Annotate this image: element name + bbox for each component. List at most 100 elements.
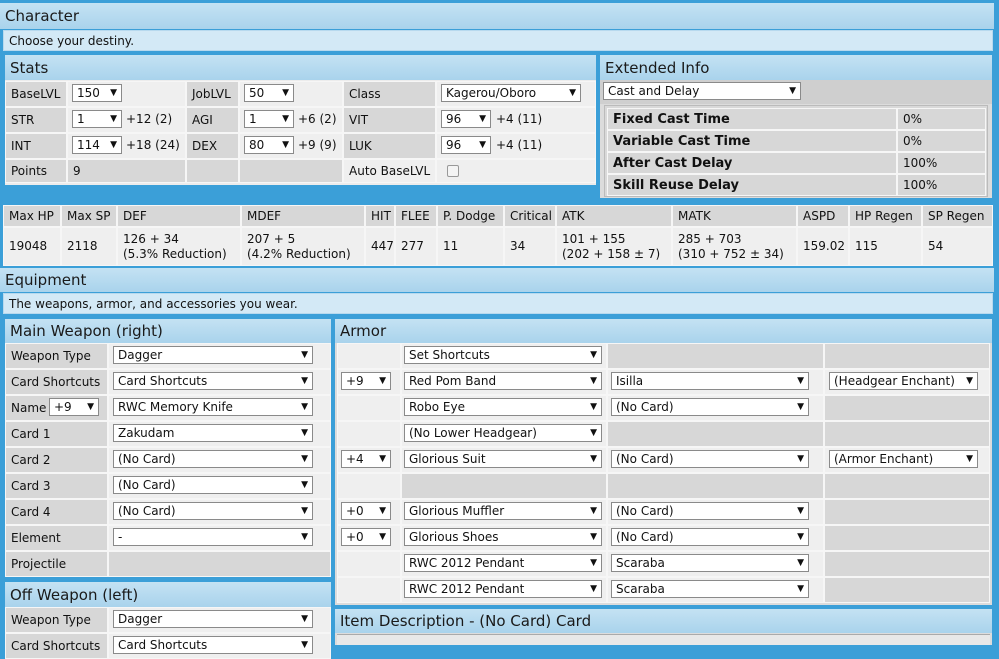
ext-row-label: Variable Cast Time [607, 130, 897, 152]
character-title: Character [5, 7, 80, 25]
ext-row-label: Fixed Cast Time [607, 108, 897, 130]
dex-label: DEX [186, 133, 239, 159]
card4-select[interactable]: (No Card) ▼ [113, 502, 313, 520]
card1-select[interactable]: Zakudam ▼ [113, 424, 313, 442]
armor-enchant-select[interactable]: (Headgear Enchant) ▼ [829, 372, 978, 390]
summary-value-5: 277 [395, 227, 437, 266]
armor-card-select[interactable]: Scaraba ▼ [611, 580, 809, 598]
summary-value-line: 207 + 5 [247, 231, 296, 246]
summary-value-0: 19048 [3, 227, 61, 266]
armor-refine-select[interactable]: +0 ▼ [341, 528, 391, 546]
armor-refine-select[interactable]: +0 ▼ [341, 502, 391, 520]
summary-value-7: 34 [504, 227, 556, 266]
triangle-down-icon: ▼ [87, 402, 94, 412]
armor-item-select[interactable]: Glorious Shoes ▼ [404, 528, 602, 546]
triangle-down-icon: ▼ [282, 88, 289, 98]
auto-baselvl-label: Auto BaseLVL [343, 159, 436, 183]
armor-card-select[interactable]: Scaraba ▼ [611, 554, 809, 572]
armor-enchant-select[interactable]: (Armor Enchant) ▼ [829, 450, 978, 468]
ext-row-label: Skill Reuse Delay [607, 174, 897, 196]
armor-item-select-value: Glorious Suit [409, 452, 486, 466]
luk-select[interactable]: 96 ▼ [441, 136, 491, 154]
armor-card-select-value: (No Card) [616, 530, 674, 544]
triangle-down-icon: ▼ [966, 376, 973, 386]
card2-select[interactable]: (No Card) ▼ [113, 450, 313, 468]
triangle-down-icon: ▼ [379, 532, 386, 542]
element-select[interactable]: - ▼ [113, 528, 313, 546]
summary-value-line: 101 + 155 [562, 231, 626, 246]
summary-value-line: 115 [855, 239, 878, 253]
triangle-down-icon: ▼ [301, 454, 308, 464]
armor-refine-select[interactable]: +4 ▼ [341, 450, 391, 468]
armor-item-select[interactable]: Robo Eye ▼ [404, 398, 602, 416]
armor-refine-cell [337, 343, 401, 369]
summary-value-line2: (202 + 158 ± 7) [562, 246, 661, 261]
armor-item-select[interactable]: RWC 2012 Pendant ▼ [404, 580, 602, 598]
triangle-down-icon: ▼ [301, 640, 308, 650]
base-lvl-select[interactable]: 150 ▼ [72, 84, 122, 102]
armor-card-select[interactable]: (No Card) ▼ [611, 450, 809, 468]
card4-label: Card 4 [5, 499, 108, 525]
job-lvl-select[interactable]: 50 ▼ [244, 84, 294, 102]
armor-card-select[interactable]: (No Card) ▼ [611, 528, 809, 546]
triangle-down-icon: ▼ [110, 114, 117, 124]
armor-card-select[interactable]: (No Card) ▼ [611, 502, 809, 520]
armor-item-select[interactable]: Set Shortcuts ▼ [404, 346, 602, 364]
weapon-refine-select[interactable]: +9 ▼ [49, 398, 99, 416]
off-card-shortcuts-select[interactable]: Card Shortcuts ▼ [113, 636, 313, 654]
armor-enchant-cell [824, 421, 990, 447]
character-subtitle: Choose your destiny. [3, 30, 993, 51]
triangle-down-icon: ▼ [282, 114, 289, 124]
summary-value-10: 159.02 [797, 227, 849, 266]
weapon-name-select[interactable]: RWC Memory Knife ▼ [113, 398, 313, 416]
triangle-down-icon: ▼ [569, 88, 576, 98]
vit-select[interactable]: 96 ▼ [441, 110, 491, 128]
off-weapon-type-select[interactable]: Dagger ▼ [113, 610, 313, 628]
item-desc-header: Item Description - (No Card) Card [335, 609, 992, 633]
card-shortcuts-select[interactable]: Card Shortcuts ▼ [113, 372, 313, 390]
summary-value-2: 126 + 34 (5.3% Reduction) [117, 227, 241, 266]
triangle-down-icon: ▼ [110, 140, 117, 150]
armor-refine-select[interactable]: +9 ▼ [341, 372, 391, 390]
card3-label: Card 3 [5, 473, 108, 499]
armor-enchant-cell [824, 499, 990, 525]
int-select[interactable]: 114 ▼ [72, 136, 122, 154]
class-label: Class [343, 81, 436, 107]
armor-item-select[interactable]: RWC 2012 Pendant ▼ [404, 554, 602, 572]
extended-title: Extended Info [605, 58, 710, 77]
armor-card-cell [607, 473, 824, 499]
auto-baselvl-checkbox[interactable] [447, 165, 459, 177]
int-label: INT [5, 133, 67, 159]
extended-mode-select[interactable]: Cast and Delay ▼ [603, 82, 801, 100]
str-label: STR [5, 107, 67, 133]
dex-select[interactable]: 80 ▼ [244, 136, 294, 154]
armor-card-select[interactable]: Isilla ▼ [611, 372, 809, 390]
armor-item-select[interactable]: Red Pom Band ▼ [404, 372, 602, 390]
summary-header-1: Max SP [61, 205, 117, 227]
agi-select[interactable]: 1 ▼ [244, 110, 294, 128]
item-desc-title: Item Description - (No Card) Card [340, 612, 592, 630]
armor-item-select-value: Set Shortcuts [409, 348, 490, 362]
class-select[interactable]: Kagerou/Oboro ▼ [441, 84, 581, 102]
summary-value-8: 101 + 155 (202 + 158 ± 7) [556, 227, 672, 266]
off-weapon-type-label: Weapon Type [5, 607, 108, 633]
card2-label: Card 2 [5, 447, 108, 473]
armor-item-select[interactable]: (No Lower Headgear) ▼ [404, 424, 602, 442]
armor-item-select[interactable]: Glorious Muffler ▼ [404, 502, 602, 520]
armor-item-select[interactable]: Glorious Suit ▼ [404, 450, 602, 468]
card-shortcuts-label: Card Shortcuts [5, 369, 108, 395]
summary-header-8: ATK [556, 205, 672, 227]
triangle-down-icon: ▼ [590, 454, 597, 464]
luk-bonus: +4 (11) [496, 138, 543, 152]
triangle-down-icon: ▼ [797, 376, 804, 386]
triangle-down-icon: ▼ [301, 428, 308, 438]
str-select[interactable]: 1 ▼ [72, 110, 122, 128]
summary-value-12: 54 [922, 227, 993, 266]
armor-card-select-value: Isilla [616, 374, 644, 388]
armor-item-select-value: Robo Eye [409, 400, 465, 414]
card3-select[interactable]: (No Card) ▼ [113, 476, 313, 494]
ext-row-value: 0% [897, 108, 986, 130]
armor-card-select[interactable]: (No Card) ▼ [611, 398, 809, 416]
armor-refine-cell [337, 551, 401, 577]
weapon-type-select[interactable]: Dagger ▼ [113, 346, 313, 364]
